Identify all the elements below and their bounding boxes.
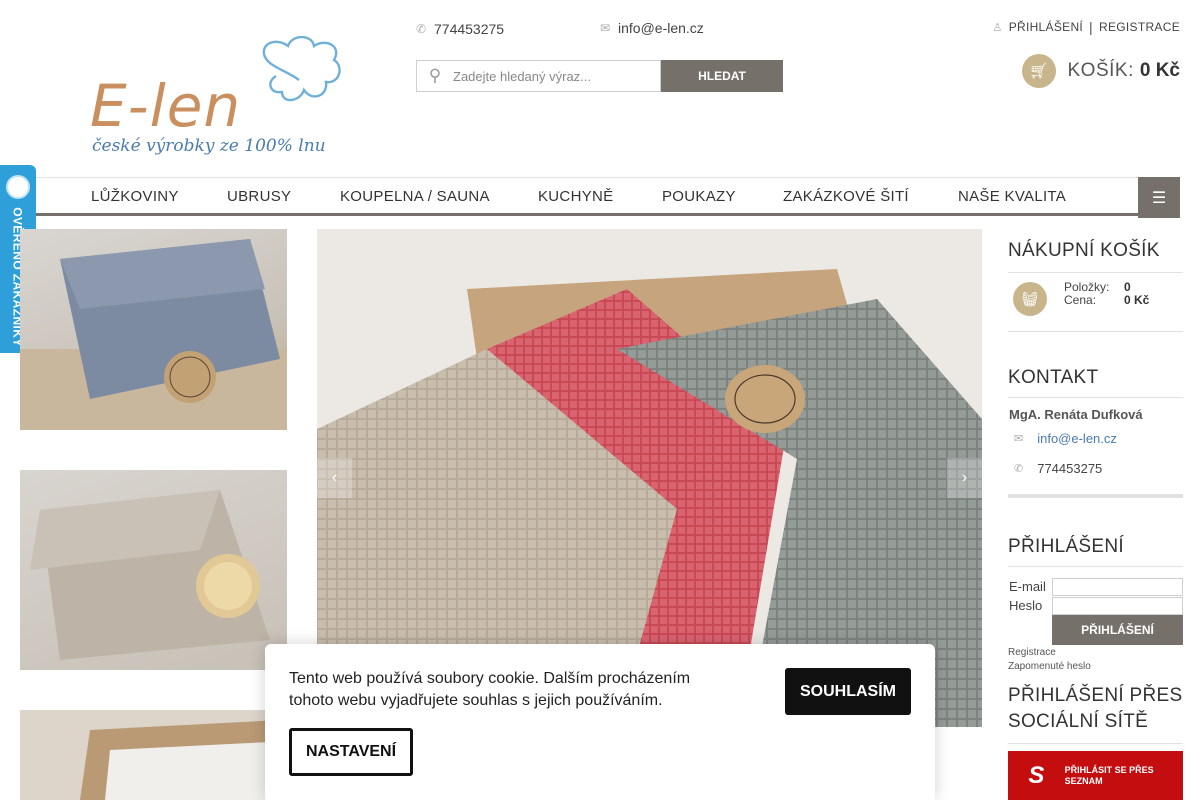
header-cart[interactable]: 🛒︎ KOŠÍK: 0 Kč — [1021, 54, 1180, 88]
contact-bottom-divider — [1008, 494, 1183, 498]
user-icon: ♙ — [992, 21, 1003, 34]
cookie-settings-button[interactable]: NASTAVENÍ — [289, 728, 413, 776]
search-icon: ⚲ — [428, 66, 442, 85]
login-email-input[interactable] — [1052, 578, 1183, 596]
password-label: Heslo — [1009, 598, 1043, 613]
nav-item-poukazy[interactable]: POUKAZY — [662, 188, 736, 205]
menu-toggle-button[interactable]: ☰ — [1138, 177, 1180, 218]
main-navigation: LŮŽKOVINY UBRUSY KOUPELNA / SAUNA KUCHYN… — [20, 177, 1180, 218]
header-phone[interactable]: ✆ 774453275 — [416, 21, 504, 37]
nav-item-koupelna[interactable]: KOUPELNA / SAUNA — [340, 188, 490, 205]
chevron-right-icon: › — [961, 469, 968, 486]
verified-seal-icon — [6, 175, 30, 199]
contact-section-title: KONTAKT — [1008, 367, 1099, 388]
header-email-text: info@e-len.cz — [618, 20, 704, 36]
login-submit-button[interactable]: PŘIHLÁŠENÍ — [1052, 615, 1183, 645]
search-field[interactable]: ⚲ — [416, 60, 661, 92]
contact-phone[interactable]: ✆ 774453275 — [1014, 461, 1102, 476]
mail-icon: ✉ — [600, 21, 611, 35]
logo-subtitle: české výrobky ze 100% lnu — [92, 136, 326, 156]
contact-person-name: MgA. Renáta Dufková — [1009, 407, 1143, 422]
nav-item-nase-kvalita[interactable]: NAŠE KVALITA — [958, 188, 1066, 205]
nav-item-ubrusy[interactable]: UBRUSY — [227, 188, 291, 205]
cart-items-value: 0 — [1124, 280, 1131, 294]
basket-icon: 🧺︎ — [1013, 282, 1047, 316]
cookie-accept-button[interactable]: SOUHLASÍM — [785, 668, 911, 715]
seznam-button-label: PŘIHLÁSIT SE PŘES SEZNAM — [1064, 764, 1154, 786]
product-image-3[interactable] — [20, 710, 287, 800]
phone-icon: ✆ — [416, 22, 427, 36]
nav-item-kuchyne[interactable]: KUCHYNĚ — [538, 188, 613, 205]
auth-links: ♙ PŘIHLÁŠENÍ | REGISTRACE — [993, 19, 1180, 35]
forgot-password-link[interactable]: Zapomenuté heslo — [1008, 661, 1091, 672]
cart-amount: 0 Kč — [1139, 60, 1180, 81]
nav-item-zakazkove-siti[interactable]: ZAKÁZKOVÉ ŠITÍ — [783, 188, 909, 205]
linen-box-white-image — [20, 710, 287, 800]
slider-prev-button[interactable]: ‹ — [317, 458, 352, 498]
social-divider — [1008, 743, 1183, 744]
email-label: E-mail — [1009, 579, 1046, 594]
seznam-logo-icon: S — [1028, 761, 1045, 789]
slider-next-button[interactable]: › — [947, 458, 982, 498]
nav-item-luzkoviny[interactable]: LŮŽKOVINY — [91, 188, 179, 205]
cookie-message: Tento web používá soubory cookie. Dalším… — [289, 670, 691, 709]
flower-logo-icon — [262, 36, 341, 102]
cart-price-value: 0 Kč — [1124, 293, 1150, 307]
auth-separator: | — [1089, 19, 1093, 35]
phone-icon: ✆ — [1014, 463, 1024, 475]
product-image-2[interactable] — [20, 470, 287, 670]
logo-text: E-len — [90, 72, 242, 140]
linen-box-image — [20, 239, 287, 430]
register-link[interactable]: REGISTRACE — [1099, 20, 1180, 34]
search-button[interactable]: HLEDAT — [661, 60, 783, 92]
mail-icon: ✉ — [1014, 433, 1024, 445]
cart-section-title: NÁKUPNÍ KOŠÍK — [1008, 240, 1160, 261]
contact-divider — [1008, 397, 1183, 398]
cart-items-label: Položky: — [1064, 280, 1110, 294]
chevron-left-icon: ‹ — [331, 469, 338, 486]
login-divider — [1008, 566, 1183, 567]
hamburger-icon: ☰ — [1151, 189, 1167, 207]
cart-divider — [1008, 272, 1183, 273]
contact-email[interactable]: ✉ info@e-len.cz — [1014, 431, 1117, 446]
cart-icon: 🛒︎ — [1021, 54, 1056, 88]
header-phone-text: 774453275 — [434, 21, 505, 37]
login-section-title: PŘIHLÁŠENÍ — [1008, 536, 1124, 557]
login-password-input[interactable] — [1052, 597, 1183, 615]
contact-phone-text: 774453275 — [1037, 461, 1103, 476]
cart-bottom-divider — [1008, 331, 1183, 332]
cart-label: KOŠÍK: — [1067, 60, 1134, 81]
site-logo[interactable]: E-len české výrobky ze 100% lnu — [90, 36, 350, 162]
contact-email-text: info@e-len.cz — [1037, 431, 1117, 446]
sidebar-register-link[interactable]: Registrace — [1008, 647, 1056, 658]
header-email[interactable]: ✉ info@e-len.cz — [600, 20, 704, 36]
search-input[interactable] — [453, 68, 653, 84]
linen-towel-image — [30, 490, 270, 660]
cart-price-label: Cena: — [1064, 293, 1097, 307]
seznam-login-button[interactable]: S PŘIHLÁSIT SE PŘES SEZNAM — [1008, 751, 1183, 800]
cookie-consent-banner: Tento web používá soubory cookie. Dalším… — [265, 644, 935, 800]
social-login-title: PŘIHLÁŠENÍ PŘES SOCIÁLNÍ SÍTĚ — [1008, 685, 1183, 732]
login-link[interactable]: PŘIHLÁŠENÍ — [1009, 20, 1083, 34]
product-image-1[interactable] — [20, 229, 287, 430]
